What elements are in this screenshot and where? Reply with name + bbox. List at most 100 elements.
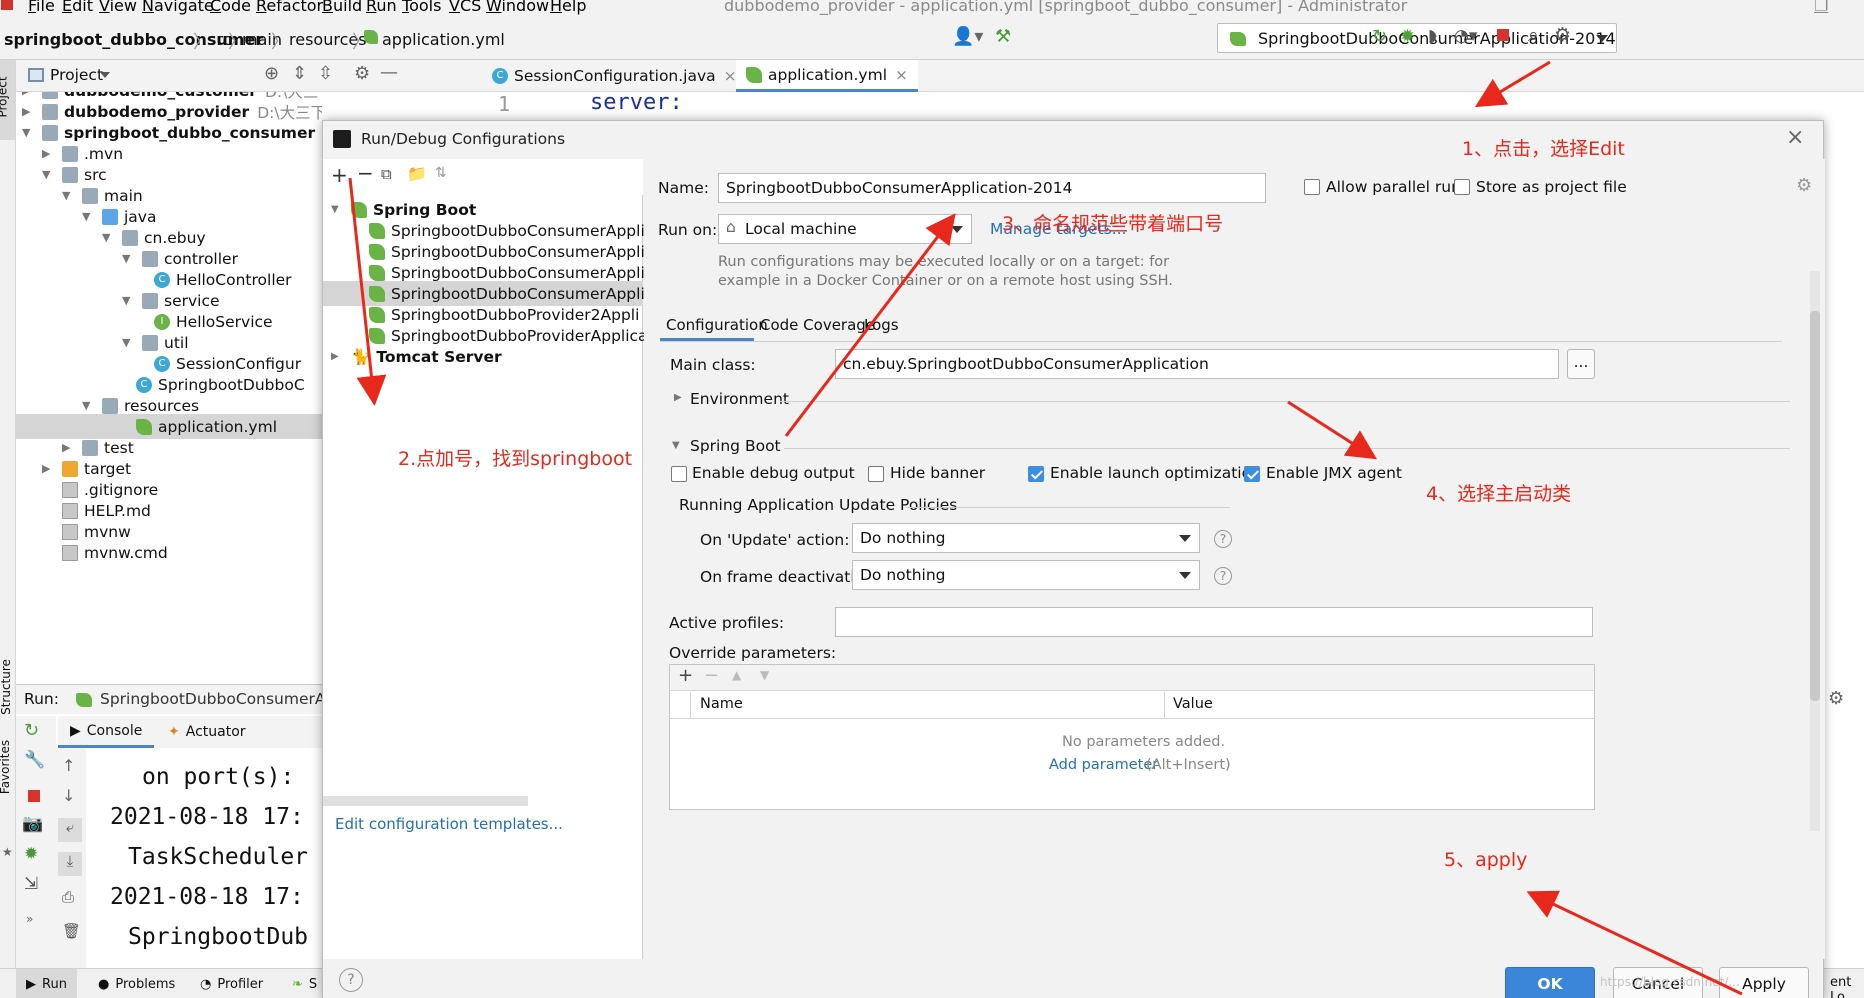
profile-icon[interactable]: ◔▾ [1454,26,1477,46]
browse-main-class-button[interactable]: ... [1567,349,1595,379]
add-parameter-link[interactable]: Add parameter [1049,757,1158,773]
collapse-all-icon[interactable]: ⇳ [318,63,333,84]
expand-all-icon[interactable]: ⇕ [292,63,307,84]
project-panel-title[interactable]: Project [50,66,103,84]
restore-window-icon[interactable]: ❐ [1814,0,1828,15]
sort-icon[interactable]: ⇅ [435,165,447,181]
tab-application-yml[interactable]: application.yml × [736,60,919,92]
config-group-tomcat[interactable]: ▶ 🐈 Tomcat Server [331,344,502,369]
event-log-tab[interactable]: ent Lo [1830,975,1864,998]
editor-area[interactable]: 1 server: [480,90,1864,122]
chevron-down-icon[interactable] [100,72,110,78]
hide-banner-checkbox[interactable] [868,466,884,482]
structure-side-label[interactable]: Structure [0,659,13,715]
menu-run[interactable]: Run [366,0,397,15]
run-on-select[interactable]: ⌂ Local machine [718,214,972,244]
stop-icon[interactable] [1497,29,1509,41]
remove-icon[interactable]: − [704,665,719,686]
column-header-value[interactable]: Value [1173,696,1213,712]
debug-bug-icon[interactable]: ✹ [24,844,38,864]
menu-file[interactable]: File [28,0,55,15]
tab-console[interactable]: ▶ Console [58,716,154,748]
menu-view[interactable]: View [99,0,137,15]
rerun-icon[interactable]: ↻ [1372,26,1387,47]
user-icon[interactable]: 👤▾ [952,26,983,47]
tab-actuator[interactable]: ✦ Actuator [168,716,246,748]
close-icon[interactable]: × [1786,125,1804,150]
settings-gear-icon[interactable]: ⚙ [1554,24,1571,46]
vertical-scrollbar[interactable] [1810,271,1820,831]
enable-jmx-agent-checkbox[interactable] [1244,466,1260,482]
tool-run[interactable]: ▶ Run [16,969,77,998]
copy-icon[interactable]: ⧉ [381,165,392,183]
trash-icon[interactable]: 🗑 [62,922,81,940]
on-update-select[interactable]: Do nothing [852,523,1200,553]
more-icon[interactable]: » [26,912,33,926]
minimize-icon[interactable]: — [380,62,398,83]
debug-bug-icon[interactable]: ✹ [1400,26,1415,47]
arrow-up-icon[interactable]: ↑ [62,756,75,775]
spring-boot-section-toggle[interactable]: Spring Boot [690,437,781,455]
settings-gear-icon[interactable]: ⚙ [354,63,370,84]
help-icon[interactable]: ? [1214,567,1232,585]
menu-refactor[interactable]: Refactor [256,0,323,15]
print-icon[interactable]: ⎙ [62,888,74,906]
column-header-name[interactable]: Name [700,696,743,712]
close-icon[interactable]: × [724,67,737,85]
ok-button[interactable]: OK [1505,967,1595,998]
soft-wrap-icon[interactable]: ⤶ [58,818,82,842]
move-to-folder-icon[interactable]: 📁 [407,164,427,183]
enable-launch-optimization-checkbox[interactable] [1028,466,1044,482]
tool-spring[interactable]: ❧ S [292,969,317,998]
tree-node-mvnw-cmd[interactable]: mvnw.cmd [62,540,168,565]
environment-section-toggle[interactable]: Environment [690,390,789,408]
arrow-down-icon[interactable]: ↓ [62,786,75,805]
exit-icon[interactable]: ⇲ [24,874,38,894]
main-class-input[interactable]: cn.ebuy.SpringbootDubboConsumerApplicati… [835,349,1559,379]
run-config-tab[interactable]: SpringbootDubboConsumerA [100,690,325,708]
wrench-icon[interactable]: 🔧 [24,750,45,770]
project-tool-button[interactable]: Project [0,60,15,140]
tool-problems[interactable]: ● Problems [98,969,175,998]
menu-navigate[interactable]: Navigate [142,0,214,15]
tab-session-configuration[interactable]: C SessionConfiguration.java × [482,60,747,92]
edit-templates-link[interactable]: Edit configuration templates... [335,815,563,833]
tab-logs[interactable]: Logs [864,316,899,334]
coverage-icon[interactable]: ◗ [1428,26,1437,46]
settings-gear-icon[interactable]: ⚙ [1796,175,1812,196]
build-hammer-icon[interactable]: ⚒ [995,26,1011,47]
allow-parallel-checkbox[interactable] [1304,179,1320,195]
stop-icon[interactable] [28,790,40,802]
enable-debug-output-checkbox[interactable] [671,466,687,482]
code-line[interactable]: server: [590,90,683,115]
menu-edit[interactable]: Edit [62,0,93,15]
move-up-icon[interactable]: ▲ [732,668,741,682]
remove-icon[interactable]: − [357,161,374,185]
scroll-thumb[interactable] [1810,311,1820,701]
menu-build[interactable]: Build [322,0,362,15]
move-down-icon[interactable]: ▼ [760,668,769,682]
breadcrumb-file[interactable]: application.yml [382,30,505,49]
tab-code-coverage[interactable]: Code Coverage [760,316,875,334]
add-icon[interactable]: + [331,163,348,187]
tool-profiler[interactable]: ◔ Profiler [200,969,263,998]
store-project-checkbox[interactable] [1454,179,1470,195]
close-icon[interactable]: × [895,66,908,84]
horizontal-scrollbar[interactable] [323,796,528,806]
name-input[interactable]: SpringbootDubboConsumerApplication-2014 [718,173,1266,203]
locate-icon[interactable]: ⊕ [264,63,279,84]
menu-help[interactable]: Help [550,0,586,15]
help-button[interactable]: ? [339,968,363,992]
menu-tools[interactable]: Tools [402,0,441,15]
favorites-side-label[interactable]: Favorites [0,740,12,794]
camera-icon[interactable]: 📷 [22,814,43,834]
search-icon[interactable]: ⌕ [1528,24,1539,46]
menu-window[interactable]: Window [486,0,549,15]
tab-configuration[interactable]: Configuration [660,307,768,341]
active-profiles-input[interactable] [835,607,1593,637]
menu-vcs[interactable]: VCS [449,0,481,15]
menu-code[interactable]: Code [210,0,251,15]
scroll-to-end-icon[interactable]: ⤓ [58,852,82,876]
console-output[interactable]: on port(s): 2021-08-18 17: TaskScheduler… [88,748,322,968]
on-frame-deactivation-select[interactable]: Do nothing [852,560,1200,590]
